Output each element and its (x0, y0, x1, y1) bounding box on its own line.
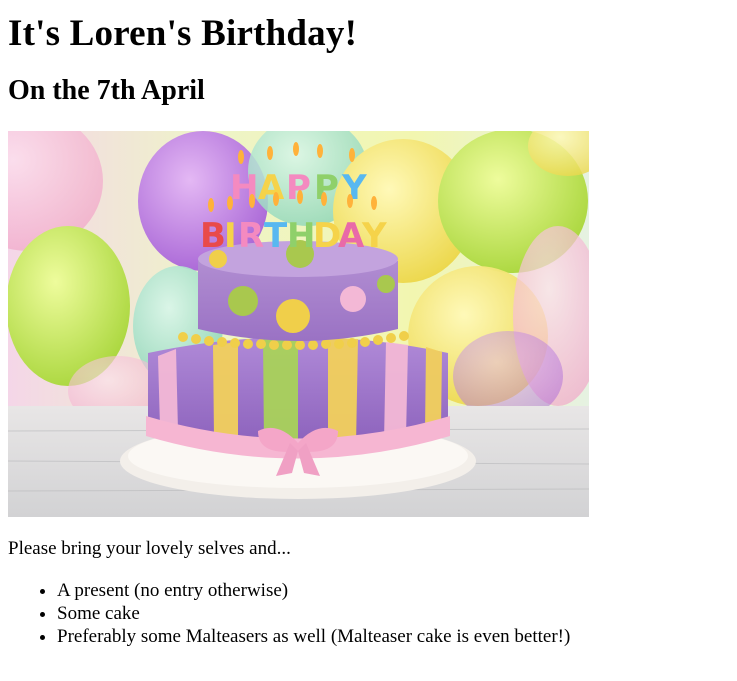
svg-text:A: A (258, 168, 285, 208)
svg-text:T: T (264, 216, 288, 256)
svg-text:A: A (338, 216, 365, 256)
list-item: Preferably some Malteasers as well (Malt… (57, 625, 729, 648)
svg-text:B: B (200, 216, 226, 256)
list-item: Some cake (57, 602, 729, 625)
page-subtitle: On the 7th April (8, 75, 205, 106)
page-title: It's Loren's Birthday! (8, 13, 358, 54)
page-content: It's Loren's Birthday! On the 7th April (0, 0, 737, 648)
list-item: A present (no entry otherwise) (57, 579, 729, 602)
svg-text:Y: Y (341, 168, 367, 208)
birthday-cake-image: H A P P Y B I R T H D A Y (8, 131, 589, 517)
svg-text:H: H (287, 216, 315, 256)
bring-list: A present (no entry otherwise) Some cake… (8, 579, 729, 648)
intro-text: Please bring your lovely selves and... (8, 538, 291, 559)
svg-text:I: I (224, 216, 237, 256)
svg-text:D: D (313, 216, 341, 256)
svg-text:Y: Y (361, 216, 387, 256)
svg-text:R: R (238, 216, 264, 256)
